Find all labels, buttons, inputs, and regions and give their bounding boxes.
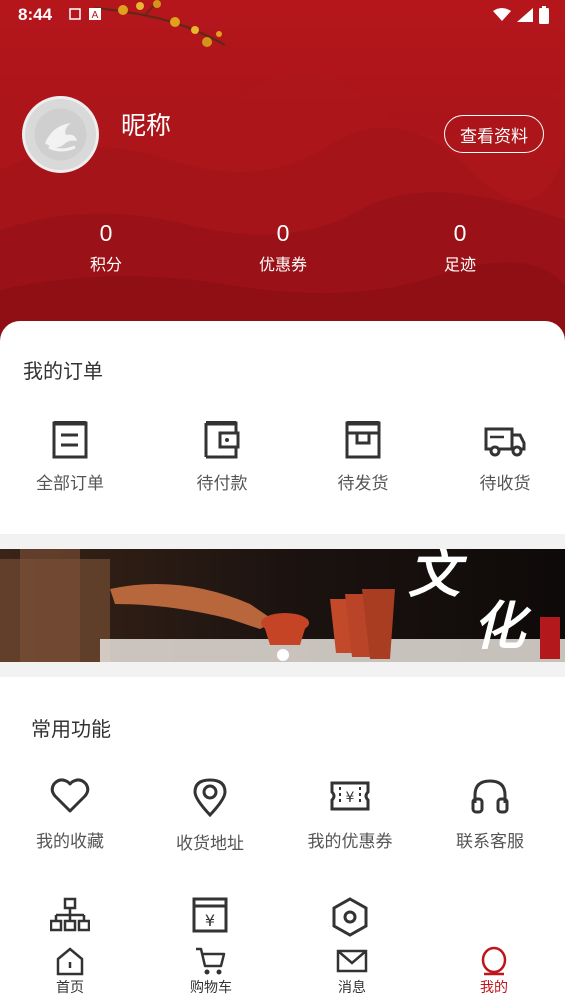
nav-label: 我的	[480, 980, 508, 996]
home-icon	[56, 947, 84, 976]
banner-calligraphy: 文 化	[408, 549, 525, 657]
stat-footprints[interactable]: 0 足迹	[400, 216, 520, 280]
mountain-background	[0, 74, 565, 345]
func-address[interactable]: 收货地址	[140, 777, 280, 854]
order-pending-shipment[interactable]: 待发货	[303, 421, 423, 511]
box-icon	[345, 421, 381, 459]
func-favorites[interactable]: 我的收藏	[0, 777, 140, 852]
banner-indicator-dot[interactable]	[277, 649, 289, 661]
status-bar: 8:44 A	[0, 0, 565, 32]
nav-label: 购物车	[190, 980, 232, 996]
org-chart-icon	[50, 897, 90, 932]
status-time: 8:44	[18, 5, 53, 24]
stat-value: 0	[276, 220, 290, 246]
font-icon: A	[89, 8, 101, 21]
func-label: 我的收藏	[36, 832, 104, 852]
stat-coupons[interactable]: 0 优惠券	[223, 216, 343, 280]
battery-icon	[539, 6, 549, 24]
avatar[interactable]	[22, 96, 99, 173]
notification-icon	[69, 8, 81, 20]
signal-icon	[517, 8, 533, 22]
order-pending-receipt[interactable]: 待收货	[445, 421, 565, 511]
func-coupons[interactable]: ¥ 我的优惠券	[280, 777, 420, 852]
orders-title: 我的订单	[23, 359, 103, 383]
order-label: 待发货	[337, 474, 389, 494]
func-payment[interactable]: ¥	[140, 897, 280, 935]
profile-header	[0, 0, 565, 345]
nav-cart[interactable]: 购物车	[171, 946, 251, 997]
functions-card: 常用功能 我的收藏 收货地址 ¥ 我的优惠券 联系客服 ¥	[0, 677, 565, 947]
coupon-icon: ¥	[330, 781, 370, 811]
avatar-logo-icon	[34, 108, 87, 161]
func-label: 联系客服	[456, 832, 524, 852]
profile-icon	[481, 946, 507, 976]
func-label: 我的优惠券	[307, 832, 393, 852]
stats-row: 0 积分 0 优惠券 0 足迹	[0, 216, 565, 286]
func-label: 收货地址	[176, 834, 244, 854]
location-pin-icon	[193, 778, 227, 817]
order-all[interactable]: 全部订单	[10, 421, 130, 511]
stat-label: 优惠券	[258, 255, 307, 274]
svg-text:¥: ¥	[205, 911, 215, 930]
nav-label: 首页	[56, 980, 84, 996]
truck-icon	[484, 427, 526, 457]
wallet-icon	[204, 421, 240, 459]
orders-card: 我的订单 全部订单 待付款 待发货 待收货	[0, 321, 565, 534]
view-profile-button[interactable]: 查看资料	[444, 115, 544, 153]
stat-value: 0	[99, 220, 113, 246]
yen-cart-icon: ¥	[192, 897, 228, 933]
stat-value: 0	[453, 220, 467, 246]
message-icon	[336, 949, 368, 973]
headphones-icon	[471, 779, 509, 814]
stat-label: 足迹	[443, 255, 476, 274]
banner-char-1: 文	[407, 549, 460, 605]
stat-points[interactable]: 0 积分	[46, 216, 166, 280]
func-settings[interactable]	[280, 897, 420, 937]
nav-home[interactable]: 首页	[30, 946, 110, 997]
bottom-nav: 首页 购物车 消息 我的	[0, 942, 565, 1004]
orders-row: 全部订单 待付款 待发货 待收货	[0, 421, 565, 511]
functions-title: 常用功能	[31, 717, 111, 741]
cart-icon	[196, 947, 226, 975]
func-org[interactable]	[0, 897, 140, 935]
order-pending-payment[interactable]: 待付款	[162, 421, 282, 511]
banner-char-2: 化	[472, 596, 525, 657]
nav-label: 消息	[338, 980, 366, 996]
func-customer-service[interactable]: 联系客服	[420, 777, 560, 852]
wifi-icon	[493, 8, 511, 21]
nav-profile[interactable]: 我的	[454, 946, 534, 997]
order-label: 待收货	[479, 474, 531, 494]
svg-text:¥: ¥	[346, 790, 355, 806]
stat-label: 积分	[89, 255, 122, 274]
svg-text:A: A	[92, 10, 99, 21]
order-label: 全部订单	[36, 474, 104, 494]
nickname[interactable]: 昵称	[121, 106, 171, 142]
culture-banner[interactable]: 文 化	[0, 549, 565, 662]
hexagon-nut-icon	[332, 897, 368, 937]
heart-icon	[50, 778, 90, 813]
all-orders-icon	[52, 421, 88, 459]
nav-messages[interactable]: 消息	[312, 946, 392, 997]
order-label: 待付款	[196, 474, 248, 494]
status-notification-icons: A	[68, 7, 102, 21]
status-system-icons	[493, 6, 549, 24]
